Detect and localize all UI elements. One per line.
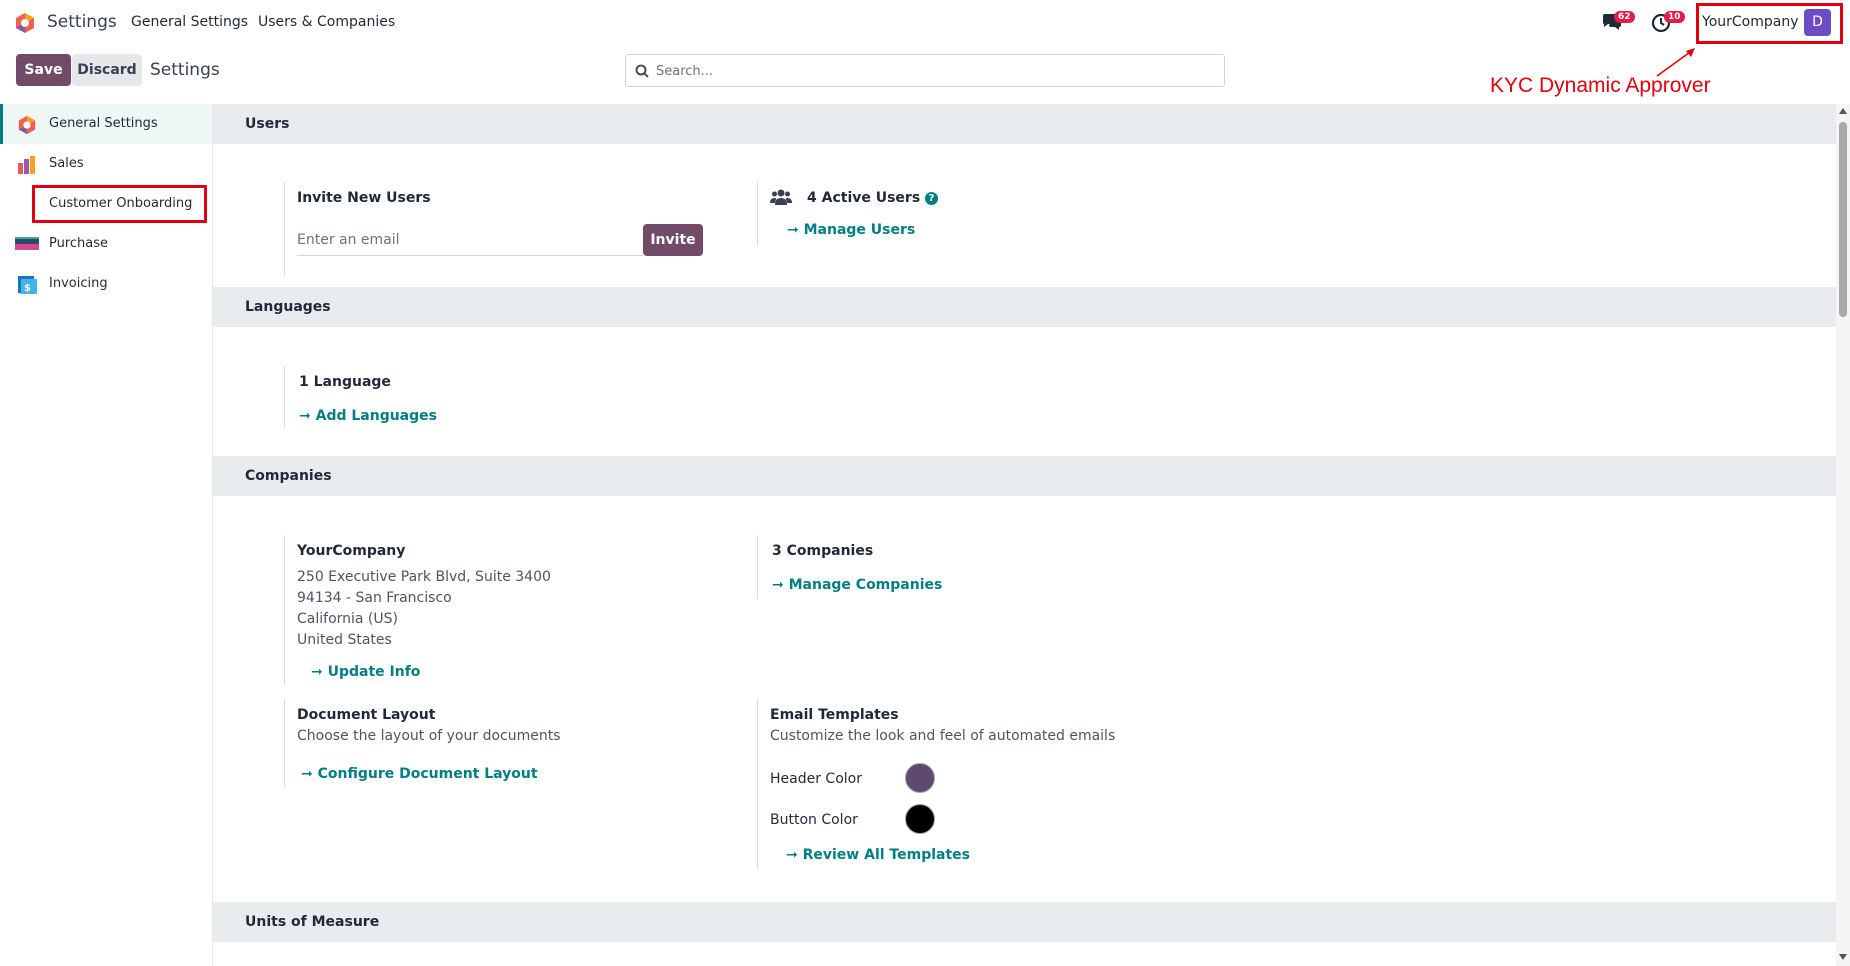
section-header-uom: Units of Measure — [213, 902, 1836, 942]
configure-document-layout-link[interactable]: ➞ Configure Document Layout — [301, 766, 538, 782]
sidebar-item-purchase[interactable]: Purchase — [0, 224, 212, 264]
document-layout-title: Document Layout — [297, 707, 436, 723]
company-info-setting: YourCompany 250 Executive Park Blvd, Sui… — [284, 535, 704, 685]
header-color-swatch[interactable] — [905, 763, 935, 793]
breadcrumb: Settings — [150, 60, 220, 80]
address-line: California (US) — [297, 611, 398, 627]
invite-users-setting: Invite New Users Invite — [284, 182, 704, 276]
email-templates-title: Email Templates — [770, 707, 899, 723]
activity-badge: 10 — [1664, 11, 1685, 23]
section-header-companies: Companies — [213, 456, 1836, 496]
purchase-app-icon — [15, 237, 39, 250]
sidebar-item-sales[interactable]: Sales — [0, 144, 212, 184]
document-layout-description: Choose the layout of your documents — [297, 728, 561, 744]
sidebar-item-general-settings[interactable]: General Settings — [0, 104, 212, 144]
help-icon[interactable]: ? — [925, 192, 939, 205]
manage-users-label: Manage Users — [803, 222, 916, 238]
document-layout-setting: Document Layout Choose the layout of you… — [284, 699, 704, 787]
section-header-languages: Languages — [213, 287, 1836, 327]
app-title[interactable]: Settings — [47, 12, 117, 32]
section-title: Units of Measure — [245, 914, 380, 930]
update-info-label: Update Info — [327, 664, 421, 680]
settings-app-logo-icon[interactable] — [14, 12, 36, 34]
add-languages-link[interactable]: ➞ Add Languages — [299, 408, 437, 424]
save-button[interactable]: Save — [16, 54, 71, 86]
review-templates-label: Review All Templates — [802, 847, 970, 863]
discard-button[interactable]: Discard — [72, 54, 142, 86]
review-templates-link[interactable]: ➞ Review All Templates — [786, 847, 970, 863]
scroll-thumb[interactable] — [1839, 122, 1847, 317]
invoicing-app-icon: $ — [18, 276, 37, 294]
language-count: 1 Language — [299, 374, 391, 390]
section-title: Users — [245, 116, 290, 132]
address-line: 250 Executive Park Blvd, Suite 3400 — [297, 569, 551, 585]
highlight-box-customer-onboarding — [32, 185, 207, 223]
chat-badge: 62 — [1614, 11, 1635, 23]
top-navbar: Settings General Settings Users & Compan… — [0, 0, 1850, 44]
highlight-box-company — [1696, 3, 1843, 44]
main-scrollbar[interactable] — [1836, 104, 1850, 966]
section-title: Languages — [245, 299, 331, 315]
sidebar-item-label: Purchase — [49, 236, 109, 251]
companies-count-setting: 3 Companies ➞ Manage Companies — [757, 535, 1177, 599]
manage-companies-link[interactable]: ➞ Manage Companies — [772, 577, 942, 593]
search-box — [625, 54, 1225, 87]
settings-content: Users Invite New Users Invite 4 Active U… — [213, 104, 1836, 966]
update-info-link[interactable]: ➞ Update Info — [311, 664, 420, 680]
address-line: 94134 - San Francisco — [297, 590, 452, 606]
search-input[interactable] — [656, 59, 1216, 83]
company-name: YourCompany — [297, 543, 406, 559]
sidebar-item-label: Invoicing — [49, 276, 108, 291]
search-icon — [635, 64, 649, 78]
companies-count: 3 Companies — [772, 543, 874, 559]
active-users-setting: 4 Active Users ? ➞ Manage Users — [757, 182, 1177, 246]
invite-button[interactable]: Invite — [643, 224, 703, 256]
email-templates-setting: Email Templates Customize the look and f… — [757, 699, 1177, 869]
settings-sidebar: General Settings Sales Purchase $ Invoic… — [0, 104, 213, 966]
users-group-icon — [770, 189, 792, 205]
annotation-label: KYC Dynamic Approver — [1490, 74, 1711, 97]
active-users-text: 4 Active Users — [807, 190, 921, 206]
sidebar-item-label: Sales — [49, 156, 84, 171]
sidebar-item-invoicing[interactable]: $ Invoicing — [0, 264, 212, 304]
sales-app-icon — [18, 156, 35, 174]
invite-title: Invite New Users — [297, 190, 431, 206]
email-templates-description: Customize the look and feel of automated… — [770, 728, 1116, 744]
languages-setting: 1 Language ➞ Add Languages — [284, 366, 704, 428]
button-color-swatch[interactable] — [905, 804, 935, 834]
scroll-up-arrow-icon[interactable] — [1839, 108, 1847, 114]
header-color-label: Header Color — [770, 771, 862, 787]
button-color-label: Button Color — [770, 812, 858, 828]
menu-users-companies[interactable]: Users & Companies — [258, 14, 395, 30]
svg-text:$: $ — [24, 283, 31, 294]
manage-users-link[interactable]: ➞ Manage Users — [787, 222, 915, 238]
configure-document-layout-label: Configure Document Layout — [317, 766, 538, 782]
active-users-count: 4 Active Users ? — [807, 190, 939, 206]
section-header-users: Users — [213, 104, 1836, 144]
menu-general-settings[interactable]: General Settings — [131, 14, 248, 30]
scroll-down-arrow-icon[interactable] — [1839, 954, 1847, 960]
settings-app-icon — [18, 115, 36, 135]
section-title: Companies — [245, 468, 332, 484]
sidebar-item-label: General Settings — [49, 116, 158, 131]
address-line: United States — [297, 632, 392, 648]
add-languages-label: Add Languages — [315, 408, 437, 424]
manage-companies-label: Manage Companies — [788, 577, 943, 593]
invite-email-input[interactable] — [297, 224, 643, 256]
